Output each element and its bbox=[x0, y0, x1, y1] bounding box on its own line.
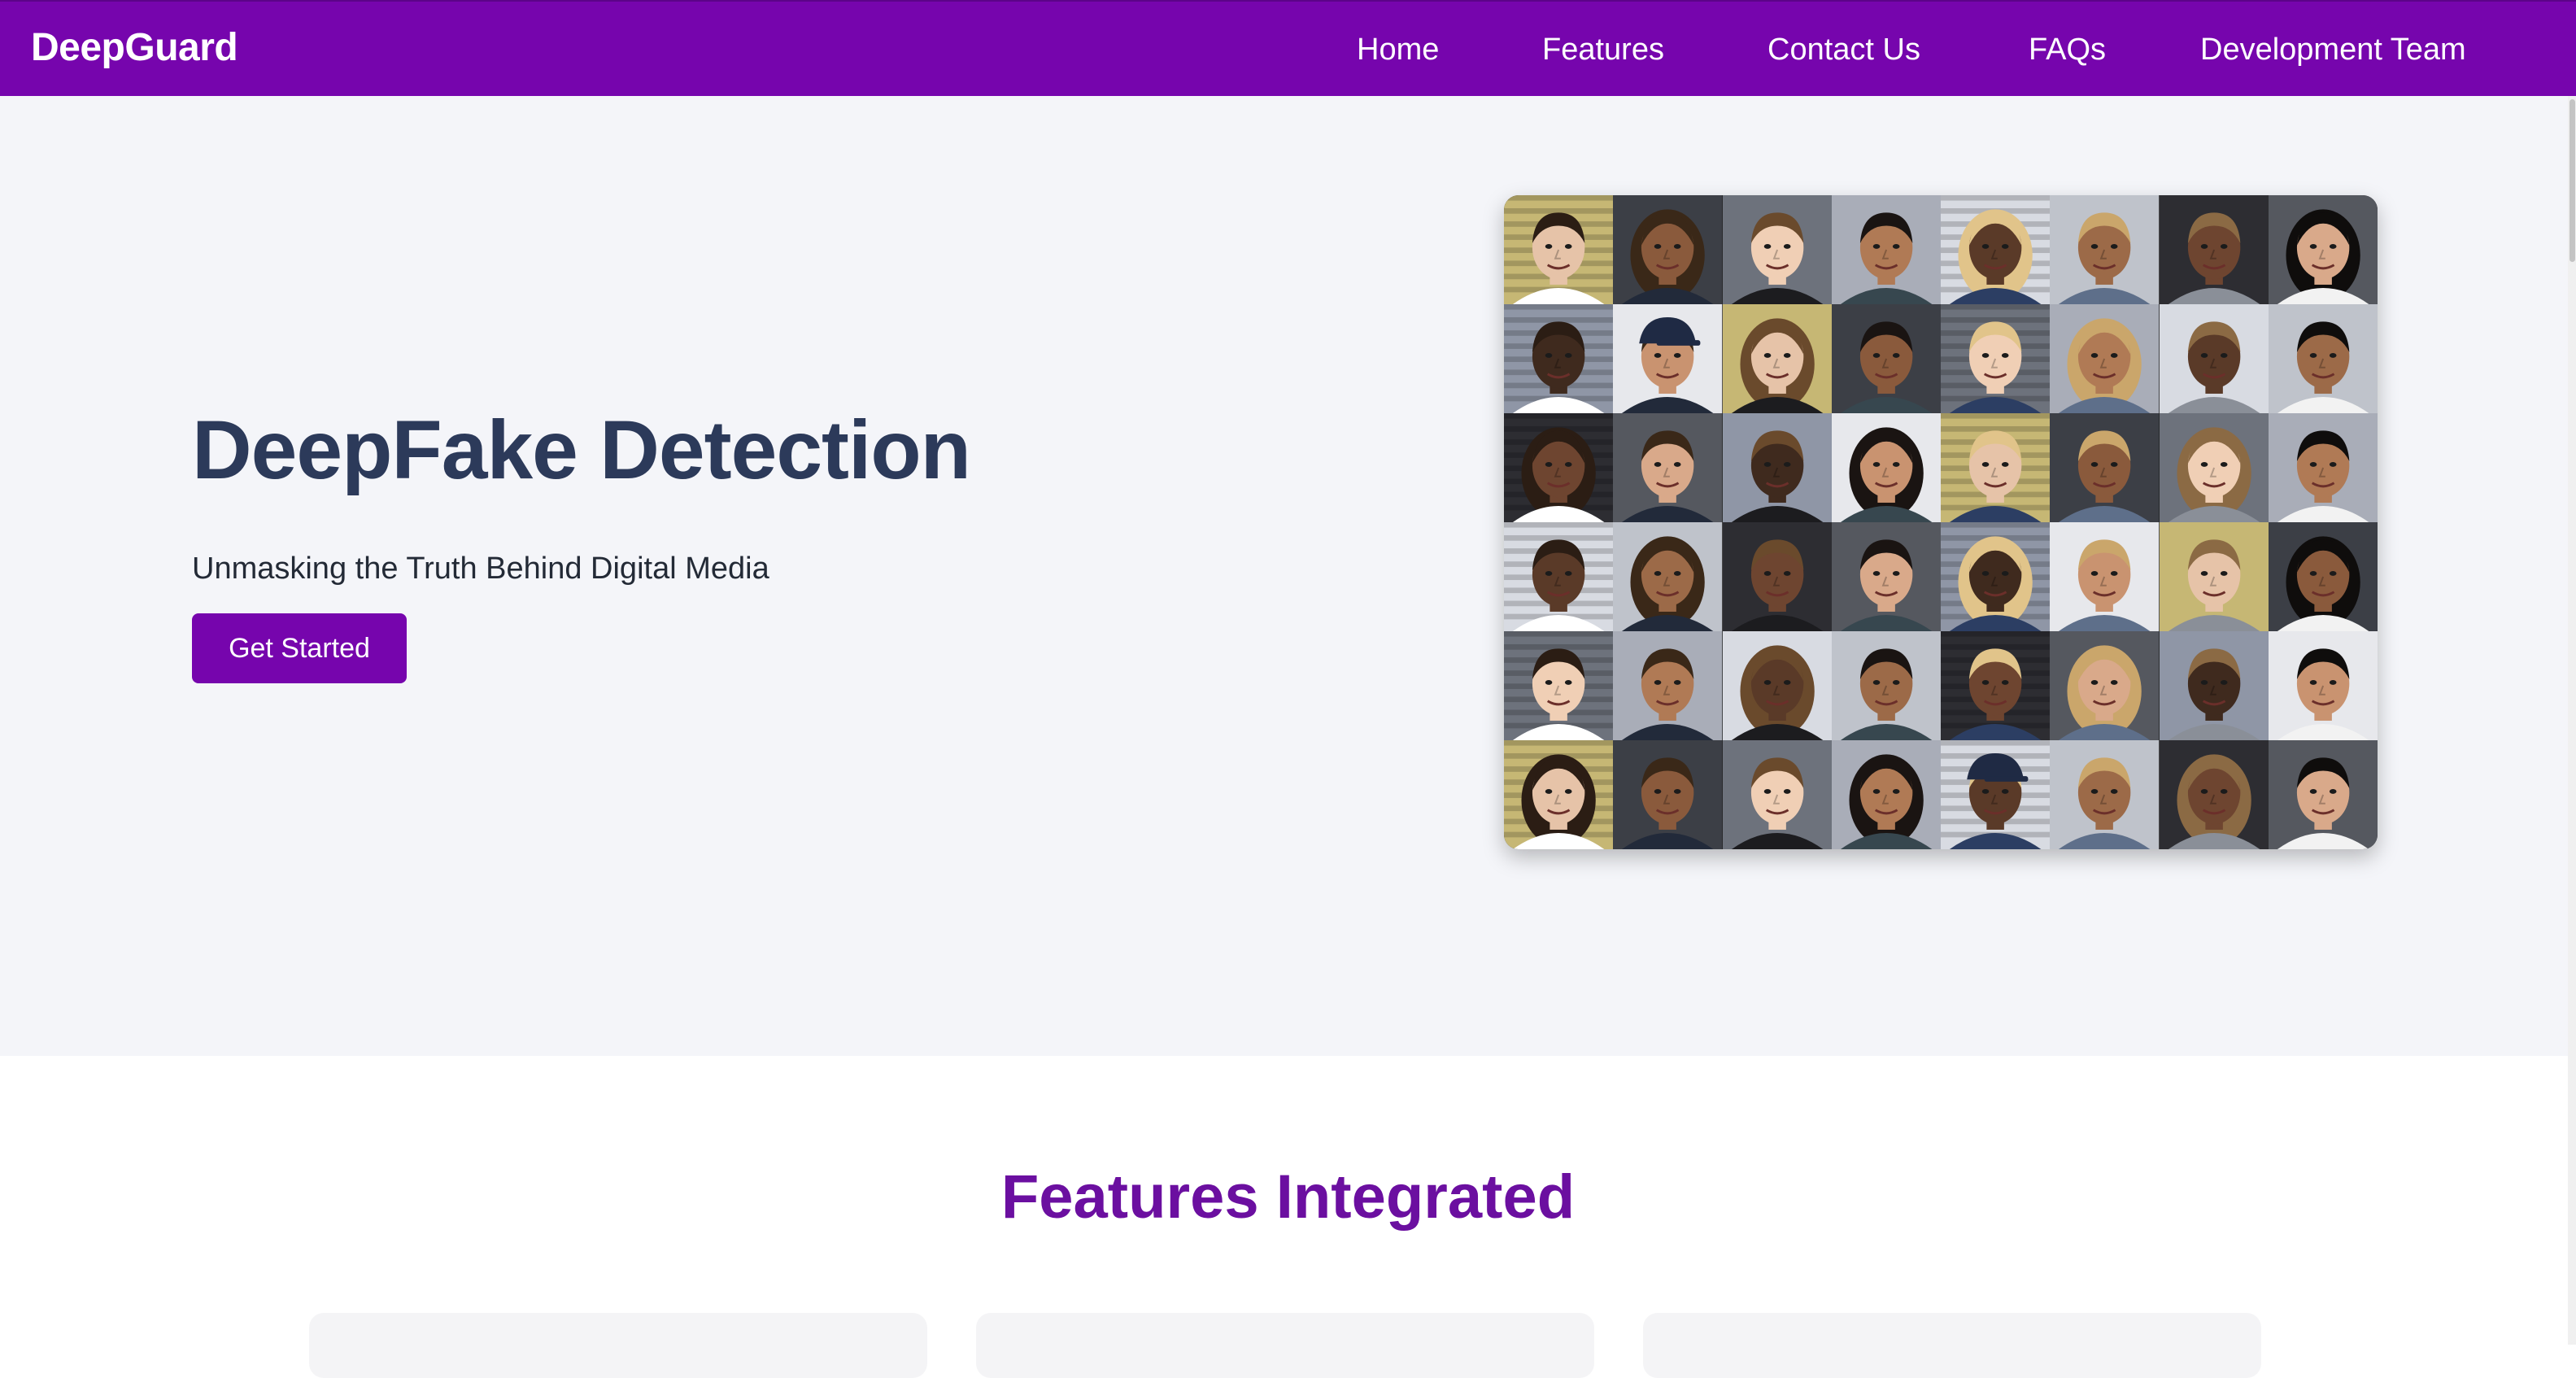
face-tile bbox=[1831, 740, 1941, 849]
face-tile bbox=[1613, 195, 1723, 304]
face-tile bbox=[1504, 631, 1614, 740]
face-tile bbox=[2159, 522, 2269, 631]
face-tile bbox=[1831, 413, 1941, 522]
features-title: Features Integrated bbox=[1000, 1162, 1576, 1232]
face-tile bbox=[1941, 304, 2051, 413]
face-tile bbox=[2050, 740, 2160, 849]
face-tile bbox=[1722, 413, 1832, 522]
face-tile bbox=[1504, 740, 1614, 849]
features-section: Features Integrated bbox=[0, 1056, 2576, 1378]
face-tile bbox=[1831, 631, 1941, 740]
face-tile bbox=[1504, 195, 1614, 304]
nav-faqs-link[interactable]: FAQs bbox=[2029, 26, 2106, 73]
face-tile bbox=[1722, 304, 1832, 413]
face-tile bbox=[1613, 740, 1723, 849]
face-tile bbox=[2268, 631, 2378, 740]
face-tile bbox=[1941, 413, 2051, 522]
face-tile bbox=[2268, 195, 2378, 304]
face-tile bbox=[1722, 195, 1832, 304]
face-tile bbox=[1941, 740, 2051, 849]
nav-development-team-link[interactable]: Development Team bbox=[2200, 26, 2466, 73]
face-tile bbox=[2159, 413, 2269, 522]
page-scrollbar[interactable] bbox=[2568, 96, 2576, 1345]
face-mosaic-image bbox=[1504, 195, 2378, 849]
face-tile bbox=[1613, 522, 1723, 631]
face-tile bbox=[1722, 522, 1832, 631]
face-tile bbox=[2050, 304, 2160, 413]
face-tile bbox=[2159, 740, 2269, 849]
nav-home-link[interactable]: Home bbox=[1357, 26, 1439, 73]
face-tile bbox=[2268, 304, 2378, 413]
face-tile bbox=[1831, 195, 1941, 304]
face-tile bbox=[2050, 522, 2160, 631]
feature-card[interactable] bbox=[309, 1313, 927, 1378]
face-tile bbox=[2050, 413, 2160, 522]
face-tile bbox=[1831, 522, 1941, 631]
feature-card[interactable] bbox=[976, 1313, 1594, 1378]
face-tile bbox=[1941, 522, 2051, 631]
face-tile bbox=[1613, 631, 1723, 740]
scrollbar-thumb[interactable] bbox=[2569, 99, 2575, 262]
nav-links: Home Features Contact Us FAQs Developmen… bbox=[0, 26, 2576, 75]
face-tile bbox=[1722, 740, 1832, 849]
face-tile bbox=[2268, 740, 2378, 849]
face-tile bbox=[1504, 522, 1614, 631]
hero-section: DeepFake Detection Unmasking the Truth B… bbox=[0, 96, 2576, 1056]
face-tile bbox=[2050, 195, 2160, 304]
face-tile bbox=[2268, 413, 2378, 522]
face-tile bbox=[1831, 304, 1941, 413]
face-tile bbox=[1504, 413, 1614, 522]
hero-title: DeepFake Detection bbox=[192, 403, 971, 496]
face-tile bbox=[2159, 195, 2269, 304]
top-navbar: DeepGuard Home Features Contact Us FAQs … bbox=[0, 0, 2576, 96]
hero-subtitle: Unmasking the Truth Behind Digital Media bbox=[192, 552, 769, 586]
face-tile bbox=[1941, 195, 2051, 304]
face-tile bbox=[1504, 304, 1614, 413]
nav-contact-us-link[interactable]: Contact Us bbox=[1767, 26, 1920, 73]
face-tile bbox=[1722, 631, 1832, 740]
face-tile bbox=[1941, 631, 2051, 740]
face-tile bbox=[1613, 304, 1723, 413]
nav-features-link[interactable]: Features bbox=[1542, 26, 1664, 73]
face-tile bbox=[2159, 631, 2269, 740]
face-tile bbox=[2159, 304, 2269, 413]
get-started-button[interactable]: Get Started bbox=[192, 613, 407, 683]
face-tile bbox=[2050, 631, 2160, 740]
face-tile bbox=[2268, 522, 2378, 631]
feature-card[interactable] bbox=[1643, 1313, 2261, 1378]
face-tile bbox=[1613, 413, 1723, 522]
